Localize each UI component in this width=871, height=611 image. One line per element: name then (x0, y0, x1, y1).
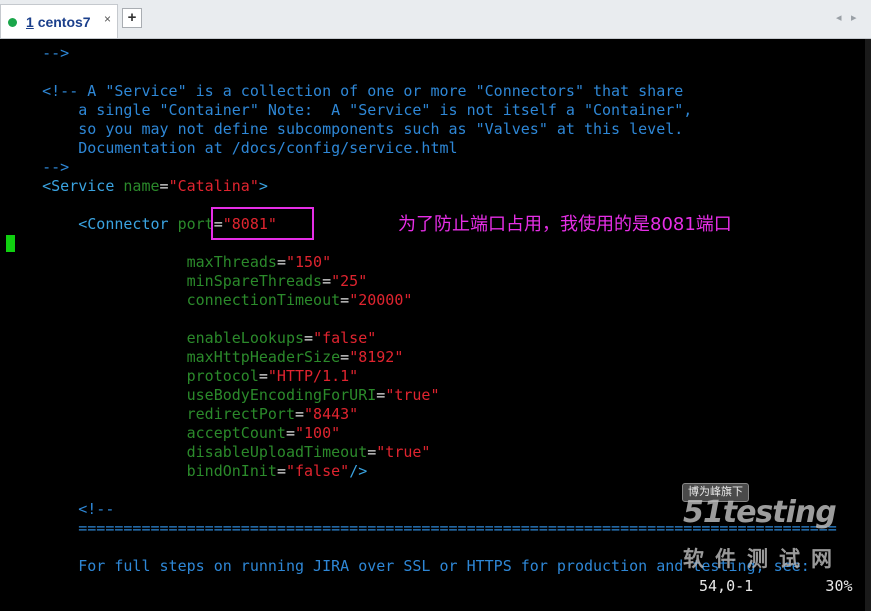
xml-tag-close: > (258, 177, 268, 195)
xml-attr-name: maxThreads (186, 253, 277, 271)
code-line: <!-- A "Service" is a collection of one … (6, 82, 684, 100)
xml-attr-name: bindOnInit (186, 462, 277, 480)
terminal-window: 1 centos7 × + ◂ ▸ --> <!-- A "Service" i… (0, 0, 871, 611)
attr-line: connectionTimeout="20000" (186, 291, 413, 309)
port-highlight-box (211, 207, 314, 240)
code-line-service: <Service name="Catalina"> (6, 177, 268, 196)
scroll-tabs-right-icon[interactable]: ▸ (851, 11, 857, 24)
xml-attr-value: "true" (376, 443, 431, 461)
watermark-logo: 51testing (683, 495, 837, 530)
tab-number: 1 (26, 14, 34, 30)
xml-attr-name: useBodyEncodingForURI (186, 386, 377, 404)
add-tab-button[interactable]: + (122, 8, 142, 28)
xml-attr-value: "false" (285, 462, 350, 480)
xml-attr-value: "20000" (349, 291, 413, 309)
xml-tag: <Service (6, 177, 115, 195)
xml-attr-name: maxHttpHeaderSize (186, 348, 341, 366)
terminal-scrollbar[interactable] (865, 39, 871, 611)
attr-line: maxHttpHeaderSize="8192" (186, 348, 404, 366)
attr-line: redirectPort="8443" (186, 405, 359, 423)
xml-equals: = (159, 177, 169, 195)
xml-attr-value: "Catalina" (168, 177, 259, 195)
xml-attr-name: acceptCount (186, 424, 286, 442)
attr-line: enableLookups="false" (186, 329, 377, 347)
xml-tag: <Connector (6, 215, 169, 233)
attr-line: minSpareThreads="25" (186, 272, 368, 290)
close-tab-icon[interactable]: × (104, 12, 111, 26)
terminal-cursor (6, 235, 15, 252)
xml-attr-name: enableLookups (186, 329, 305, 347)
xml-attr-name: minSpareThreads (186, 272, 323, 290)
code-line: a single "Container" Note: A "Service" i… (6, 101, 693, 119)
xml-attr-name: connectionTimeout (186, 291, 341, 309)
xml-attr-value: "100" (295, 424, 341, 442)
attr-line: protocol="HTTP/1.1" (186, 367, 359, 385)
xml-attr-value: "HTTP/1.1" (267, 367, 359, 385)
xml-attr-name: redirectPort (186, 405, 295, 423)
annotation-text: 为了防止端口占用，我使用的是8081端口 (398, 214, 732, 235)
tab-bar: 1 centos7 × + ◂ ▸ (0, 0, 871, 39)
xml-attr-value: "true" (385, 386, 440, 404)
xml-attr-name: name (114, 177, 160, 195)
code-line: --> (6, 44, 70, 62)
code-line: Documentation at /docs/config/service.ht… (6, 139, 458, 157)
code-line: so you may not define subcomponents such… (6, 120, 684, 138)
xml-tag-close: /> (349, 462, 368, 480)
attr-line: maxThreads="150" (186, 253, 332, 271)
attr-line: disableUploadTimeout="true" (186, 443, 431, 461)
connected-status-icon (8, 18, 17, 27)
xml-attr-value: "150" (285, 253, 332, 271)
xml-attr-value: "25" (331, 272, 368, 290)
code-line: <!-- (6, 500, 115, 518)
code-line: --> (6, 158, 70, 176)
vim-status-position: 54,0-1 30% (699, 577, 853, 595)
attr-line: useBodyEncodingForURI="true" (186, 386, 440, 404)
watermark-subtitle: 软件测试网 (683, 547, 843, 571)
scroll-tabs-left-icon[interactable]: ◂ (836, 11, 842, 24)
xml-attr-name: disableUploadTimeout (186, 443, 368, 461)
tab-label: 1 centos7 (26, 14, 91, 30)
session-tab[interactable]: 1 centos7 × (0, 4, 118, 38)
xml-attr-name: protocol (186, 367, 259, 385)
xml-attr-name: port (168, 215, 214, 233)
xml-attr-value: "8192" (349, 348, 404, 366)
tab-title: centos7 (37, 14, 91, 30)
xml-attr-value: "8443" (304, 405, 359, 423)
attr-line: acceptCount="100" (186, 424, 341, 442)
attr-line: bindOnInit="false"/> (186, 462, 368, 480)
xml-attr-value: "false" (313, 329, 377, 347)
